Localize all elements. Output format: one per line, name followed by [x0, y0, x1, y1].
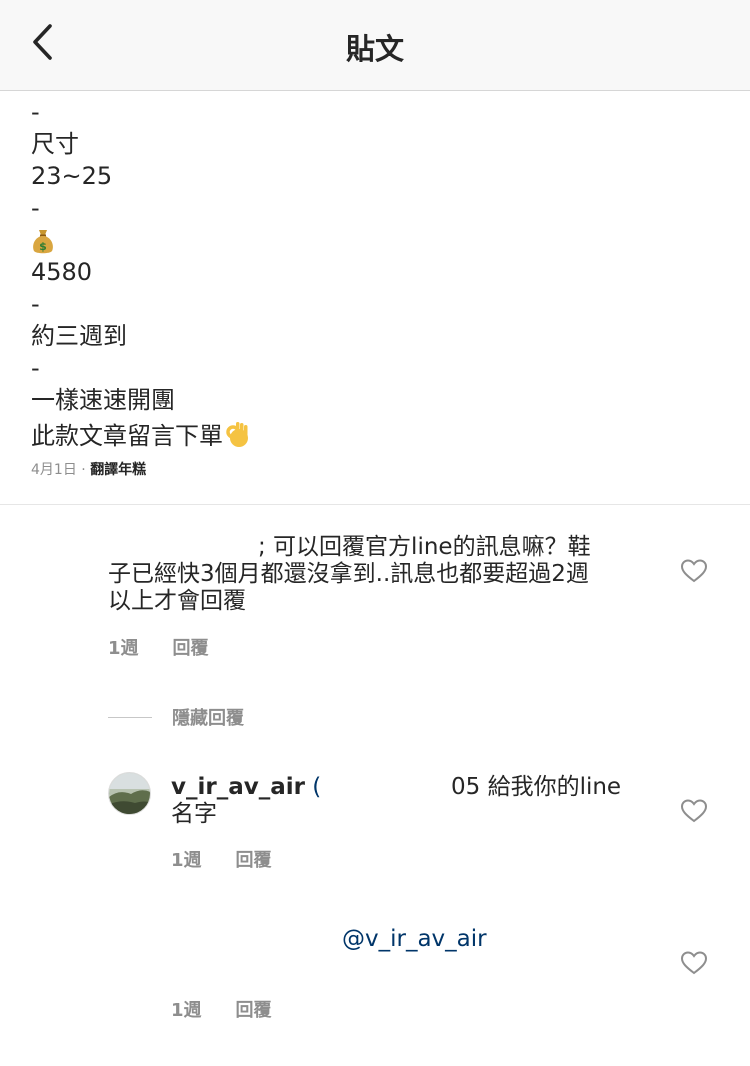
reply-username[interactable]: v_ir_av_air — [171, 774, 305, 800]
avatar[interactable] — [108, 772, 151, 815]
reply-meta: 1週 回覆 — [171, 846, 306, 872]
hide-replies-label: 隱藏回覆 — [172, 708, 244, 729]
comment-time: 1週 — [108, 638, 139, 659]
reply-mention[interactable]: @v_ir_av_air — [342, 926, 487, 952]
caption-line-last: 此款文章留言下單 — [31, 416, 711, 450]
hide-replies-line — [108, 716, 152, 718]
reply-time: 1週 — [171, 850, 202, 871]
reply-button[interactable]: 回覆 — [236, 850, 272, 871]
caption-line: 尺寸 — [31, 130, 79, 158]
reply-button[interactable]: 回覆 — [173, 638, 209, 659]
caption-line: 4580 — [31, 258, 93, 286]
ok-hand-emoji — [226, 422, 248, 447]
reply-text: v_ir_av_air ( 05 給我你的line 名字 — [171, 774, 651, 828]
caption-line: - — [31, 194, 40, 222]
reply-line: 名字 — [171, 801, 217, 827]
caption-line: - — [31, 98, 40, 126]
post-caption: - 尺寸 23~25 - $ 4580 - 約三週到 - 一樣速速開團 此款文章… — [31, 96, 711, 450]
heart-outline-icon[interactable] — [680, 798, 708, 824]
heart-outline-icon[interactable] — [680, 950, 708, 976]
reply-meta: 1週 回覆 — [171, 996, 306, 1022]
money-bag-emoji: $ — [33, 230, 53, 254]
caption-line: 約三週到 — [31, 322, 127, 350]
caption-line: - — [31, 290, 40, 318]
reply-time: 1週 — [171, 1000, 202, 1021]
comment-meta: 1週 回覆 — [108, 634, 243, 660]
divider — [0, 504, 750, 505]
comment-line: ; 可以回覆官方line的訊息嘛？鞋 — [258, 534, 591, 560]
reply-text-tail: 05 給我你的line — [451, 774, 622, 800]
caption-line: 23~25 — [31, 162, 113, 190]
meta-separator: · — [76, 462, 91, 478]
hide-replies-button[interactable]: 隱藏回覆 — [108, 704, 244, 730]
heart-outline-icon[interactable] — [680, 558, 708, 584]
svg-text:$: $ — [39, 240, 47, 253]
top-bar: 貼文 — [0, 0, 750, 91]
post-meta: 4月1日 · 翻譯年糕 — [31, 459, 146, 479]
post-date: 4月1日 — [31, 462, 77, 478]
reply-line: v_ir_av_air ( 05 給我你的line — [171, 774, 651, 801]
comment-text: ; 可以回覆官方line的訊息嘛？鞋 子已經快3個月都還沒拿到..訊息也都要超過… — [108, 534, 648, 615]
comment-line: 以上才會回覆 — [108, 588, 246, 614]
caption-line-emoji: $ — [31, 224, 711, 256]
comment-line: 子已經快3個月都還沒拿到..訊息也都要超過2週 — [108, 561, 589, 587]
reply-button[interactable]: 回覆 — [236, 1000, 272, 1021]
avatar-image — [109, 773, 150, 814]
reply-text: @v_ir_av_air — [342, 926, 487, 953]
caption-line: - — [31, 354, 40, 382]
reply-mention-start: ( — [312, 774, 322, 800]
translate-link[interactable]: 翻譯年糕 — [90, 462, 146, 478]
caption-line-text: 此款文章留言下單 — [31, 422, 223, 450]
caption-line: 一樣速速開團 — [31, 386, 175, 414]
page-title: 貼文 — [345, 32, 404, 66]
